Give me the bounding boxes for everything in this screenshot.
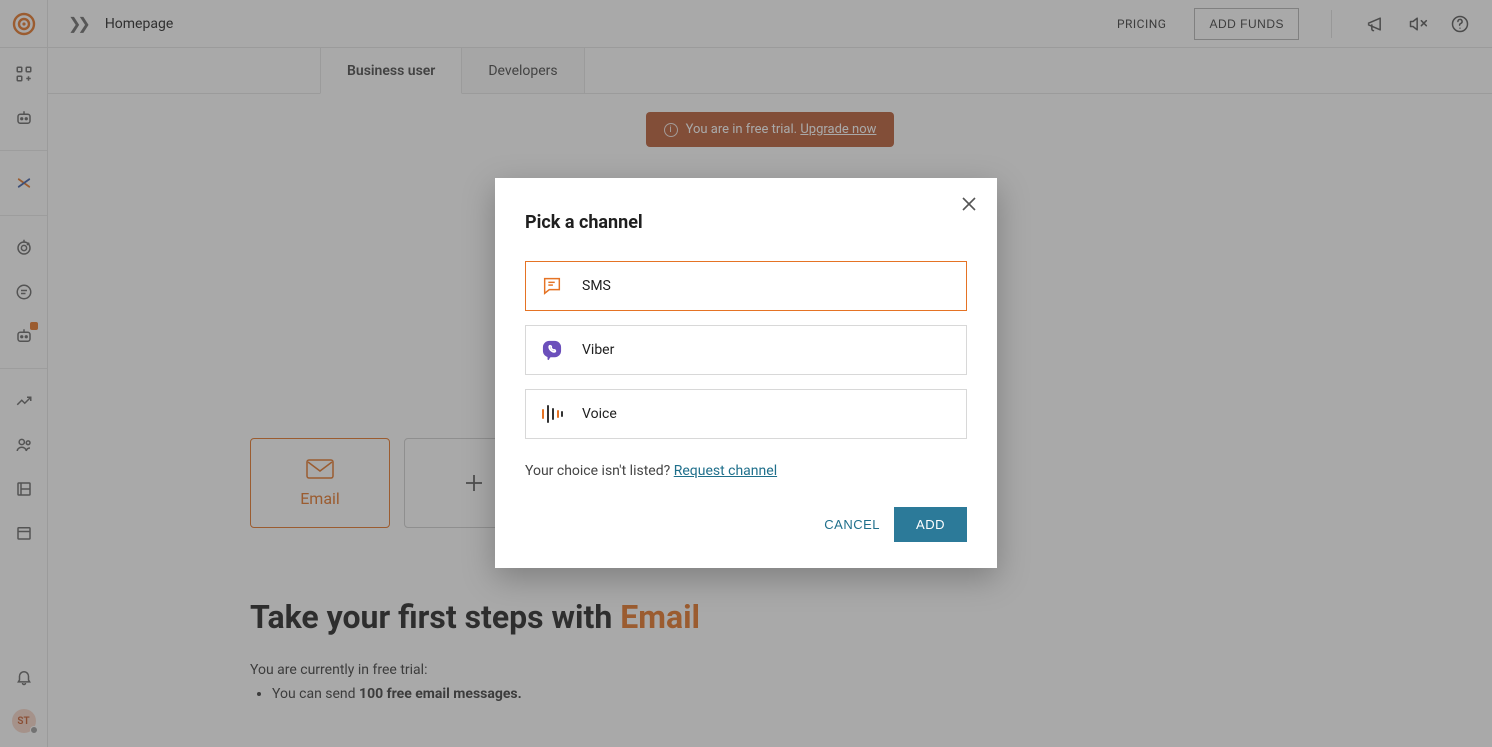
sms-icon <box>540 274 564 298</box>
viber-icon <box>540 338 564 362</box>
modal-title: Pick a channel <box>525 212 967 233</box>
modal-note: Your choice isn't listed? Request channe… <box>525 463 967 479</box>
channel-option-label: Viber <box>582 342 614 358</box>
channel-option-label: SMS <box>582 278 611 294</box>
cancel-button[interactable]: CANCEL <box>824 517 880 532</box>
voice-icon <box>540 402 564 426</box>
pick-channel-modal: Pick a channel SMS Viber <box>495 178 997 568</box>
channel-option-voice[interactable]: Voice <box>525 389 967 439</box>
channel-option-label: Voice <box>582 406 617 422</box>
channel-option-viber[interactable]: Viber <box>525 325 967 375</box>
request-channel-link[interactable]: Request channel <box>674 463 777 479</box>
channel-option-sms[interactable]: SMS <box>525 261 967 311</box>
add-button[interactable]: ADD <box>894 507 967 542</box>
close-icon[interactable] <box>959 194 979 214</box>
